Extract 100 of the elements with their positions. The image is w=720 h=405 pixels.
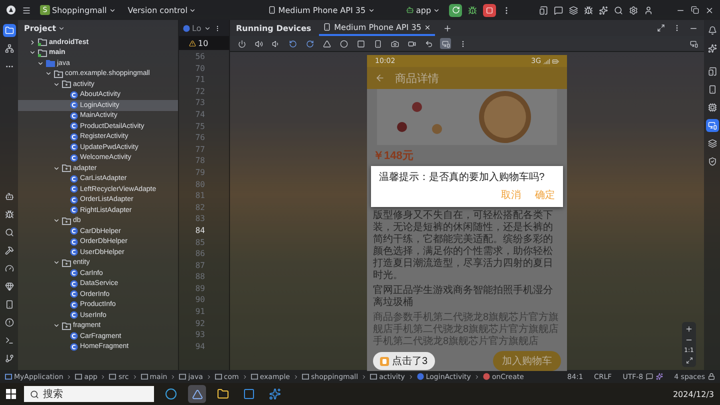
line-number: 92 bbox=[195, 318, 205, 330]
caret-icon[interactable] bbox=[58, 24, 66, 32]
folder-icon[interactable] bbox=[2, 24, 16, 37]
line-number: 78 bbox=[195, 156, 205, 168]
chevron-icon bbox=[408, 374, 414, 380]
class-icon bbox=[70, 300, 78, 309]
zoom-in-icon[interactable] bbox=[685, 325, 693, 333]
menu-icon[interactable] bbox=[22, 6, 31, 14]
method-icon bbox=[482, 373, 490, 380]
hammer-icon[interactable] bbox=[2, 244, 16, 257]
chip-icon[interactable] bbox=[706, 101, 718, 114]
add-icon[interactable] bbox=[443, 24, 452, 32]
settings-icon[interactable] bbox=[629, 6, 638, 14]
alert-icon[interactable] bbox=[2, 316, 16, 329]
line-number: 94 bbox=[195, 342, 205, 353]
device-icon[interactable] bbox=[539, 6, 548, 14]
line-number: 82 bbox=[195, 202, 205, 214]
line-number: 77 bbox=[195, 144, 205, 156]
translate-icon[interactable] bbox=[554, 6, 564, 14]
folder-icon bbox=[214, 373, 222, 380]
expanded-caret-icon[interactable] bbox=[52, 322, 60, 330]
line-number: 74 bbox=[195, 110, 205, 121]
chevron-icon bbox=[361, 374, 368, 380]
device-icon[interactable] bbox=[706, 65, 718, 78]
panel-title[interactable]: Project bbox=[24, 24, 56, 32]
close-icon[interactable] bbox=[424, 24, 432, 30]
volume-up-icon[interactable] bbox=[253, 38, 264, 49]
close-icon[interactable] bbox=[705, 6, 714, 14]
bug-icon[interactable] bbox=[2, 208, 16, 221]
line-number: 56 bbox=[195, 52, 205, 63]
class-icon bbox=[70, 101, 78, 110]
line-number: 73 bbox=[195, 98, 205, 110]
sparkle-icon[interactable] bbox=[656, 373, 664, 380]
line-number: 70 bbox=[195, 64, 205, 75]
home-icon[interactable] bbox=[338, 38, 349, 49]
chevron-icon bbox=[206, 374, 212, 380]
start-icon[interactable] bbox=[6, 389, 16, 399]
class-icon bbox=[70, 112, 78, 120]
class-icon bbox=[70, 185, 78, 194]
android-icon[interactable] bbox=[2, 190, 16, 203]
tool-window-title: Running Devices bbox=[236, 24, 312, 32]
volume-down-icon[interactable] bbox=[270, 38, 281, 49]
lock-icon[interactable] bbox=[708, 373, 715, 380]
run-config-selector[interactable]: app bbox=[403, 3, 444, 17]
expanded-caret-icon[interactable] bbox=[52, 217, 60, 224]
caret-icon[interactable] bbox=[204, 24, 212, 32]
class-icon bbox=[70, 90, 78, 99]
collapsed-caret-icon[interactable] bbox=[28, 38, 36, 46]
class-icon bbox=[70, 342, 78, 351]
device-mirror-icon[interactable] bbox=[706, 119, 718, 132]
restore-icon[interactable] bbox=[691, 6, 699, 14]
studio-icon[interactable] bbox=[188, 385, 206, 403]
overview-icon[interactable] bbox=[355, 38, 366, 49]
product-title: 官网正品学生游戏商务智能拍照手机湿分离垃圾桶 bbox=[373, 285, 554, 309]
android-icon bbox=[406, 6, 414, 14]
rerun-button[interactable] bbox=[449, 4, 462, 16]
search-field[interactable]: 搜索 bbox=[24, 386, 154, 402]
line-number: 76 bbox=[195, 133, 205, 144]
window-icon[interactable] bbox=[657, 24, 665, 32]
warning-count[interactable]: 10 bbox=[198, 38, 208, 48]
device-selector[interactable]: Medium Phone API 35 bbox=[265, 3, 378, 17]
caret-icon bbox=[368, 6, 375, 14]
class-icon bbox=[70, 174, 78, 183]
stop-button[interactable] bbox=[483, 4, 496, 16]
fit-icon[interactable] bbox=[686, 357, 692, 364]
folder-icon bbox=[302, 373, 309, 380]
structure-icon[interactable] bbox=[2, 42, 16, 55]
mirror-icon[interactable] bbox=[440, 38, 451, 49]
undo-icon[interactable] bbox=[423, 38, 434, 49]
rotate-left-icon[interactable] bbox=[287, 38, 298, 49]
class-icon bbox=[416, 373, 424, 380]
layers-icon[interactable] bbox=[706, 137, 718, 150]
gem-icon[interactable] bbox=[2, 280, 16, 293]
rotate-right-icon[interactable] bbox=[304, 38, 315, 49]
warning-icon bbox=[189, 40, 196, 46]
folder-icon bbox=[370, 373, 378, 380]
page-title: 商品详情 bbox=[395, 70, 439, 86]
line-number: 86 bbox=[195, 249, 205, 260]
class-icon bbox=[70, 280, 78, 288]
comment-icon[interactable] bbox=[646, 373, 654, 380]
power-icon[interactable] bbox=[236, 38, 247, 49]
bug-icon[interactable] bbox=[584, 6, 594, 14]
line-number: 90 bbox=[195, 295, 205, 306]
expanded-caret-icon[interactable] bbox=[52, 259, 60, 266]
camera-icon[interactable] bbox=[389, 38, 400, 49]
account-icon[interactable] bbox=[644, 6, 654, 14]
search-icon[interactable] bbox=[614, 6, 624, 14]
back-icon[interactable] bbox=[321, 38, 332, 49]
chevron-icon bbox=[66, 374, 72, 380]
debug-icon[interactable] bbox=[468, 6, 478, 14]
sparkle-icon[interactable] bbox=[706, 42, 718, 55]
signal-icon bbox=[543, 58, 550, 64]
branch-icon[interactable] bbox=[2, 352, 16, 365]
version-control-menu[interactable]: Version control bbox=[124, 3, 200, 17]
chevron-icon bbox=[100, 374, 106, 380]
module-folder-icon bbox=[38, 38, 47, 46]
expanded-caret-icon[interactable] bbox=[52, 164, 60, 172]
device-icon[interactable] bbox=[690, 40, 698, 48]
line-number: 91 bbox=[195, 307, 205, 318]
class-icon bbox=[70, 143, 78, 152]
